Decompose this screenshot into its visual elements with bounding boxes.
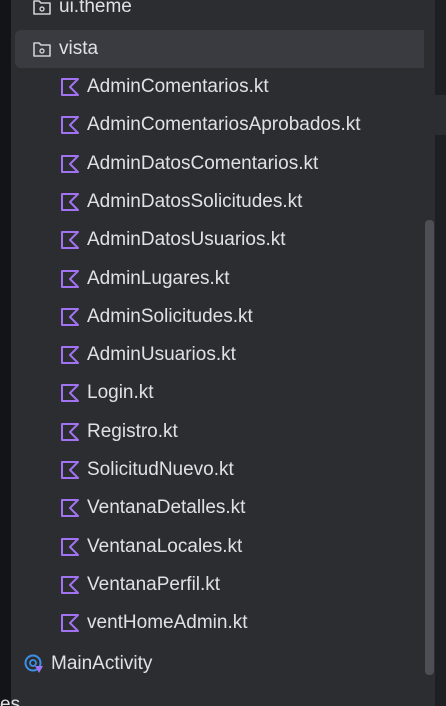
tree-item-file[interactable]: Registro.kt bbox=[11, 413, 435, 451]
package-folder-icon bbox=[31, 38, 53, 60]
tree-item-label: VentanaDetalles.kt bbox=[87, 497, 246, 519]
tree-item-file[interactable]: VentanaPerfil.kt bbox=[11, 566, 435, 604]
tree-item-ui-theme[interactable]: ui.theme bbox=[11, 0, 435, 22]
tree-item-file[interactable]: AdminLugares.kt bbox=[11, 260, 435, 298]
tree-item-file[interactable]: AdminComentariosAprobados.kt bbox=[11, 106, 435, 144]
tree-item-file[interactable]: AdminDatosSolicitudes.kt bbox=[11, 183, 435, 221]
kotlin-file-icon bbox=[59, 382, 81, 404]
tree-item-vista[interactable]: vista bbox=[15, 30, 435, 68]
tree-item-label: AdminLugares.kt bbox=[87, 267, 230, 289]
kotlin-file-icon bbox=[59, 191, 81, 213]
kotlin-file-icon bbox=[59, 421, 81, 443]
tree-item-file[interactable]: AdminSolicitudes.kt bbox=[11, 298, 435, 336]
kotlin-file-icon bbox=[59, 459, 81, 481]
tree-item-file[interactable]: VentanaLocales.kt bbox=[11, 528, 435, 566]
editor-gutter-mark bbox=[435, 95, 446, 135]
tree-item-label: AdminSolicitudes.kt bbox=[87, 305, 253, 327]
kotlin-file-icon bbox=[59, 497, 81, 519]
tree-item-file[interactable]: AdminComentarios.kt bbox=[11, 68, 435, 106]
project-tree[interactable]: ui.theme vista AdminComentarios.kt AdminC… bbox=[11, 0, 435, 706]
tree-item-label: ventHomeAdmin.kt bbox=[87, 612, 248, 634]
tree-item-label: AdminComentarios.kt bbox=[87, 76, 269, 97]
clipped-bottom-text: es bbox=[0, 694, 21, 706]
kotlin-file-icon bbox=[59, 268, 81, 290]
tree-item-file[interactable]: Login.kt bbox=[11, 374, 435, 412]
tree-item-file[interactable]: SolicitudNuevo.kt bbox=[11, 451, 435, 489]
left-gutter bbox=[0, 0, 11, 706]
tree-item-label: SolicitudNuevo.kt bbox=[87, 459, 234, 480]
kotlin-file-icon bbox=[59, 76, 81, 98]
kotlin-file-icon bbox=[59, 574, 81, 596]
compose-activity-icon bbox=[23, 653, 45, 675]
tree-item-label: AdminDatosComentarios.kt bbox=[87, 152, 319, 174]
tree-item-file[interactable]: VentanaDetalles.kt bbox=[11, 489, 435, 527]
tree-item-file[interactable]: AdminDatosComentarios.kt bbox=[11, 145, 435, 183]
tree-item-label: vista bbox=[59, 38, 99, 59]
tree-item-file[interactable]: AdminUsuarios.kt bbox=[11, 336, 435, 374]
editor-edge bbox=[435, 0, 446, 706]
tree-item-label: Login.kt bbox=[87, 382, 154, 404]
tree-item-file[interactable]: AdminDatosUsuarios.kt bbox=[11, 221, 435, 259]
package-folder-icon bbox=[31, 0, 53, 18]
kotlin-file-icon bbox=[59, 536, 81, 558]
tree-item-label: VentanaPerfil.kt bbox=[87, 573, 221, 595]
kotlin-file-icon bbox=[59, 306, 81, 328]
tree-item-label: AdminDatosSolicitudes.kt bbox=[87, 190, 303, 212]
tree-item-label: Registro.kt bbox=[87, 420, 178, 442]
kotlin-file-icon bbox=[59, 344, 81, 366]
tree-item-main-activity[interactable]: MainActivity bbox=[11, 645, 435, 683]
kotlin-file-icon bbox=[59, 114, 81, 136]
tree-item-label: AdminUsuarios.kt bbox=[87, 344, 236, 366]
scrollbar-thumb[interactable] bbox=[425, 220, 434, 675]
kotlin-file-icon bbox=[59, 153, 81, 175]
tree-item-label: AdminComentariosAprobados.kt bbox=[87, 114, 361, 136]
tree-item-label: ui.theme bbox=[59, 0, 132, 17]
vertical-scrollbar[interactable] bbox=[424, 0, 435, 706]
kotlin-file-icon bbox=[59, 229, 81, 251]
tree-item-file[interactable]: ventHomeAdmin.kt bbox=[11, 604, 435, 642]
tree-item-label: VentanaLocales.kt bbox=[87, 535, 243, 557]
kotlin-file-icon bbox=[59, 612, 81, 634]
tree-item-label: AdminDatosUsuarios.kt bbox=[87, 229, 286, 251]
tree-item-label: MainActivity bbox=[51, 653, 153, 674]
